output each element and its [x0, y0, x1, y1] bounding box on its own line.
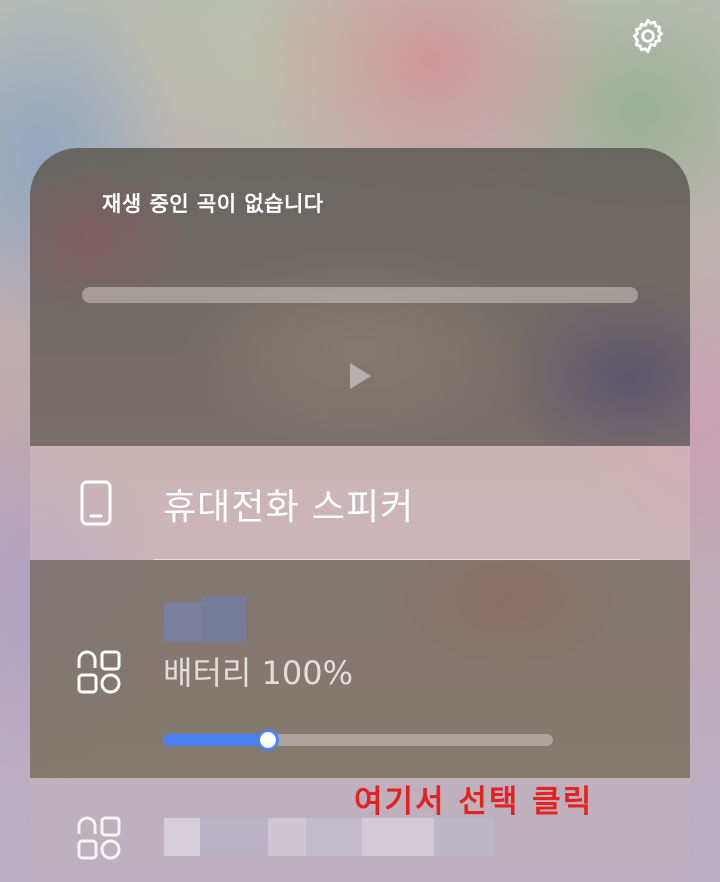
output-phone-speaker[interactable]: 휴대전화 스피커 [30, 446, 690, 560]
settings-button[interactable] [626, 14, 670, 58]
smartphone-icon [80, 480, 112, 526]
output-phone-speaker-label: 휴대전화 스피커 [163, 487, 415, 528]
device-grid-icon [77, 650, 121, 694]
output-connected-device[interactable]: 배터리 100% [30, 560, 690, 778]
device-name-masked [164, 596, 246, 642]
no-song-text: 재생 중인 곡이 없습니다 [102, 192, 324, 216]
device-grid-icon [77, 816, 121, 860]
volume-fill [163, 734, 268, 746]
gear-icon [632, 18, 664, 54]
device-name-masked [164, 818, 494, 856]
device-volume-slider[interactable] [163, 720, 553, 760]
media-player: 재생 중인 곡이 없습니다 [30, 148, 690, 446]
play-button[interactable] [340, 356, 380, 396]
device-battery-text: 배터리 100% [163, 654, 353, 692]
media-progress-bar[interactable] [82, 287, 638, 303]
volume-thumb[interactable] [257, 729, 279, 751]
audio-output-panel: 재생 중인 곡이 없습니다 휴대전화 스피커 배터리 100% [30, 148, 690, 882]
play-icon [350, 363, 371, 389]
annotation-text: 여기서 선택 클릭 [354, 784, 594, 820]
